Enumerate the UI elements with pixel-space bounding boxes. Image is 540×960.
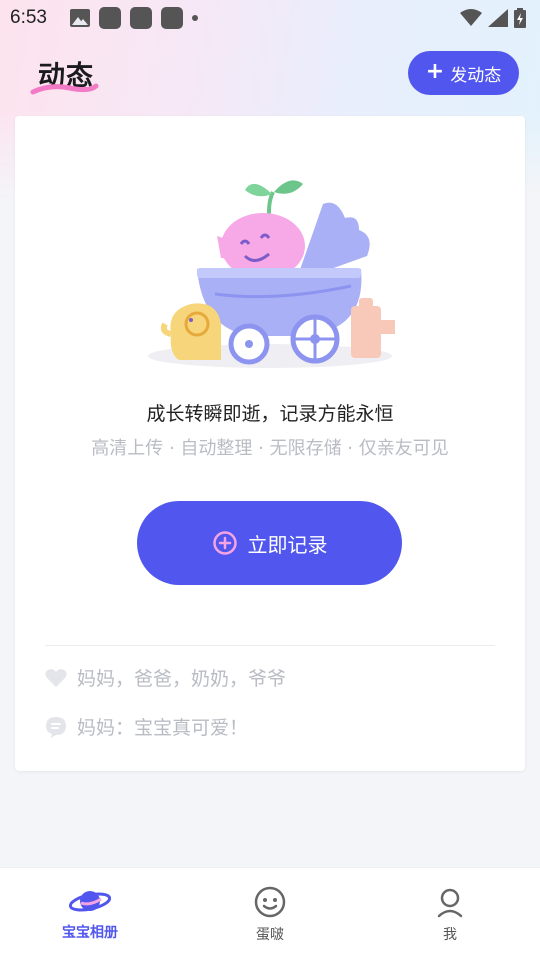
bottom-navigation: 宝宝相册 蛋啵 我: [0, 867, 540, 960]
features-text: 高清上传 · 自动整理 · 无限存储 · 仅亲友可见: [91, 438, 449, 459]
status-bar: 6:53: [0, 0, 540, 36]
nav-item-baby-album[interactable]: 宝宝相册: [0, 868, 180, 960]
record-now-label: 立即记录: [247, 532, 328, 557]
empty-state-card: 成长转瞬即逝，记录方能永恒 高清上传 · 自动整理 · 无限存储 · 仅亲友可见…: [15, 116, 525, 771]
nav-label-me: 我: [443, 927, 457, 943]
comment-text: 妈妈：宝宝真可爱！: [77, 717, 249, 739]
likes-row: 妈妈，爸爸，奶奶，爷爷: [45, 664, 286, 691]
battery-icon: [514, 8, 526, 28]
wifi-icon: [460, 9, 482, 26]
nav-item-me[interactable]: 我: [360, 868, 540, 960]
image-notification-icon: [70, 9, 90, 27]
likes-text: 妈妈，爸爸，奶奶，爷爷: [77, 668, 287, 690]
nav-label-baby-album: 宝宝相册: [62, 925, 118, 941]
nav-label-danbo: 蛋啵: [256, 927, 284, 943]
planet-icon: [68, 891, 112, 912]
record-now-button[interactable]: 立即记录: [137, 501, 402, 585]
divider: [45, 645, 495, 646]
cell-signal-icon: [488, 9, 508, 27]
app-notification-icon: [99, 7, 121, 29]
app-notification-icon: [130, 7, 152, 29]
heart-icon: [45, 668, 67, 687]
notification-icons: [70, 7, 198, 29]
plus-icon: +: [425, 59, 445, 84]
status-time: 6:53: [10, 7, 47, 28]
smiley-face-icon: [254, 886, 286, 918]
comment-icon: [46, 716, 66, 738]
baby-stroller-illustration: [148, 180, 395, 368]
system-icons: [460, 8, 526, 28]
comment-row: 妈妈：宝宝真可爱！: [45, 713, 248, 740]
add-circle-icon: [212, 531, 237, 555]
post-update-button[interactable]: + 发动态: [408, 51, 519, 95]
post-update-label: 发动态: [450, 65, 502, 86]
app-notification-icon: [161, 7, 183, 29]
more-notifications-icon: [192, 15, 198, 21]
person-icon: [437, 888, 463, 918]
title-underline-decoration: [30, 83, 99, 95]
nav-item-danbo[interactable]: 蛋啵: [180, 868, 360, 960]
slogan-text: 成长转瞬即逝，记录方能永恒: [146, 403, 394, 425]
